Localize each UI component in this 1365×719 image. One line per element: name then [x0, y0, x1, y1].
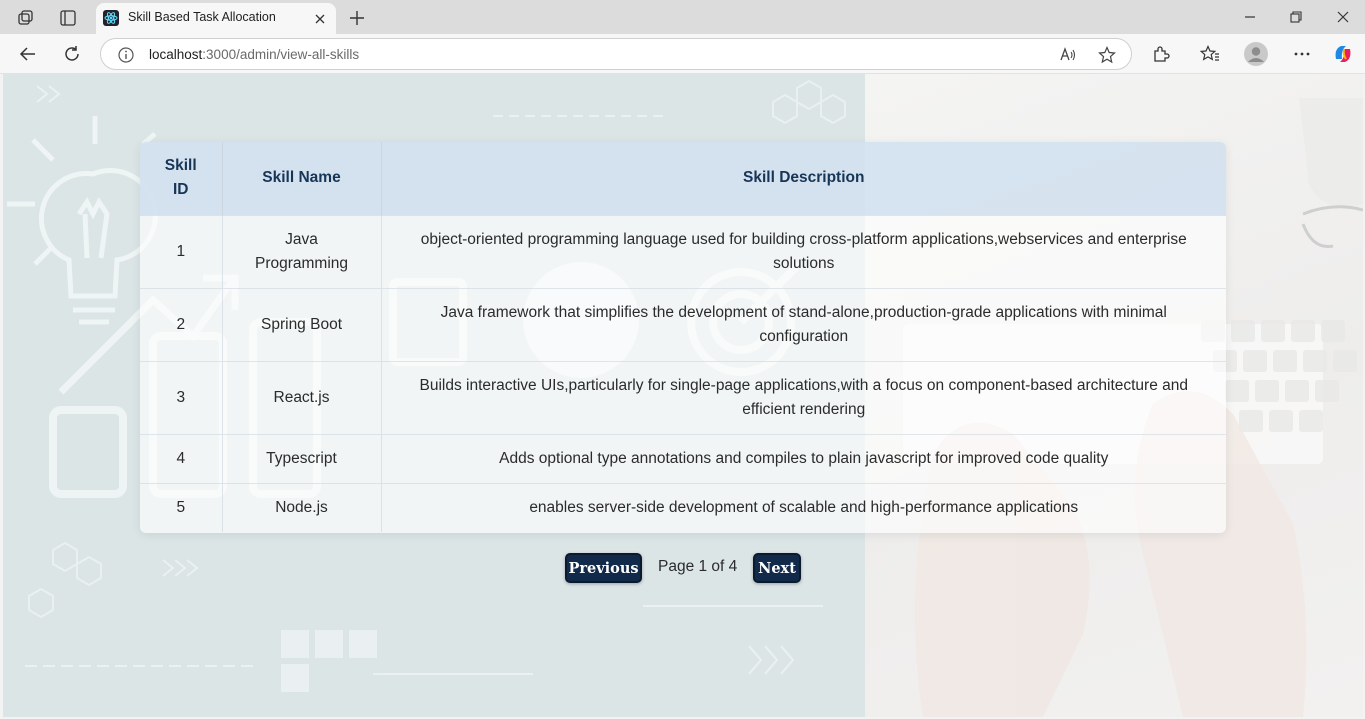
cell-skill-id: 2	[140, 287, 223, 361]
table-row: 3 React.js Builds interactive UIs,partic…	[140, 360, 1226, 434]
cell-skill-name: Spring Boot	[222, 287, 382, 361]
cell-skill-id: 3	[140, 360, 223, 434]
new-tab-icon[interactable]	[346, 7, 368, 29]
table-row: 4 Typescript Adds optional type annotati…	[140, 433, 1226, 483]
copilot-icon[interactable]	[1331, 42, 1355, 66]
table-row: 1 Java Programming object-oriented progr…	[140, 214, 1226, 288]
cell-skill-name: Node.js	[222, 482, 382, 532]
tab-active[interactable]: Skill Based Task Allocation	[96, 3, 336, 34]
cell-skill-name: React.js	[222, 360, 382, 434]
next-button[interactable]: Next	[753, 553, 801, 583]
browser-toolbar: localhost:3000/admin/view-all-skills	[0, 34, 1365, 74]
header-skill-description: Skill Description	[743, 169, 865, 187]
refresh-icon[interactable]	[60, 42, 84, 66]
table-header-row: Skill ID Skill Name Skill Description	[140, 142, 1226, 215]
close-window-icon[interactable]	[1331, 6, 1355, 28]
tab-bar: Skill Based Task Allocation	[0, 0, 1365, 34]
react-favicon-icon	[103, 10, 119, 26]
profile-avatar-icon[interactable]	[1244, 42, 1268, 66]
cell-skill-id: 1	[140, 214, 223, 288]
favorite-star-icon[interactable]	[1097, 45, 1117, 65]
table-row: 5 Node.js enables server-side developmen…	[140, 482, 1226, 532]
site-info-icon[interactable]	[117, 46, 135, 64]
cell-skill-name: Typescript	[222, 433, 382, 483]
tab-actions-icon[interactable]	[57, 7, 79, 29]
more-options-icon[interactable]	[1290, 42, 1314, 66]
url-text[interactable]: localhost:3000/admin/view-all-skills	[149, 47, 359, 62]
address-bar[interactable]: localhost:3000/admin/view-all-skills	[100, 38, 1132, 70]
read-aloud-icon[interactable]	[1058, 45, 1078, 65]
favorites-icon[interactable]	[1198, 42, 1222, 66]
cell-skill-description: object-oriented programming language use…	[381, 214, 1226, 288]
url-path: :3000/admin/view-all-skills	[202, 47, 360, 62]
close-tab-icon[interactable]	[310, 9, 330, 29]
cell-skill-id: 5	[140, 482, 223, 532]
workspaces-icon[interactable]	[15, 7, 37, 29]
previous-button[interactable]: Previous	[565, 553, 642, 583]
back-icon[interactable]	[16, 42, 40, 66]
minimize-icon[interactable]	[1238, 6, 1262, 28]
extensions-icon[interactable]	[1149, 42, 1173, 66]
page-viewport: Skill ID Skill Name Skill Description 1 …	[3, 74, 1363, 717]
header-skill-name: Skill Name	[222, 142, 382, 215]
cell-skill-name: Java Programming	[222, 214, 382, 288]
restore-icon[interactable]	[1284, 6, 1308, 28]
cell-skill-description: enables server-side development of scala…	[381, 482, 1226, 532]
cell-skill-description: Builds interactive UIs,particularly for …	[381, 360, 1226, 434]
header-skill-id: Skill ID	[140, 142, 223, 215]
page-indicator: Page 1 of 4	[658, 558, 738, 575]
pagination: Previous Page 1 of 4 Next	[565, 553, 805, 583]
cell-skill-description: Adds optional type annotations and compi…	[381, 433, 1226, 483]
table-row: 2 Spring Boot Java framework that simpli…	[140, 287, 1226, 361]
skills-table: Skill ID Skill Name Skill Description 1 …	[140, 142, 1226, 532]
skills-table-card: Skill ID Skill Name Skill Description 1 …	[140, 142, 1226, 533]
cell-skill-id: 4	[140, 433, 223, 483]
url-host: localhost	[149, 47, 203, 62]
cell-skill-description: Java framework that simplifies the devel…	[381, 287, 1226, 361]
tab-title: Skill Based Task Allocation	[128, 10, 276, 24]
